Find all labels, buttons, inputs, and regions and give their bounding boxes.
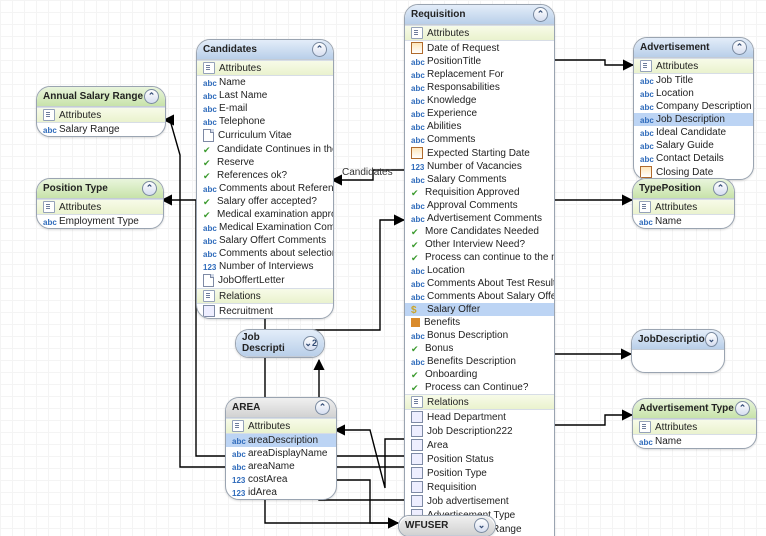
entity-annual-salary-range[interactable]: Annual Salary Range⌃ Attributes Salary R… [36, 86, 166, 137]
entity-requisition[interactable]: Requisition⌃ Attributes Date of Request … [404, 4, 555, 536]
check-icon [203, 145, 213, 155]
collapse-icon[interactable]: ⌃ [713, 181, 728, 196]
selected-row[interactable]: areaDescription [226, 434, 336, 447]
entity-wfuser[interactable]: WFUSER ⌄ [398, 515, 496, 536]
attributes-icon [203, 62, 215, 74]
entity-title: Position Type [43, 183, 108, 194]
collapse-icon[interactable]: ⌃ [735, 401, 750, 416]
collapse-icon[interactable]: ⌃ [144, 89, 159, 104]
attr-rows: Name Last Name E-mail Telephone Curricul… [197, 76, 333, 288]
selected-row[interactable]: Salary Offer [405, 303, 554, 316]
entity-job-description-small[interactable]: Job Descripti⌄2 [235, 329, 325, 358]
entity-job-description-right[interactable]: JobDescriptio⌄ [631, 329, 725, 373]
expand-icon[interactable]: ⌄ [474, 518, 489, 533]
collapse-icon[interactable]: ⌃ [312, 42, 327, 57]
entity-title: Advertisement [640, 42, 709, 53]
entity-header[interactable]: AREA ⌃ [226, 398, 336, 418]
entity-title: Annual Salary Range [43, 91, 143, 102]
entity-area[interactable]: AREA⌃ Attributes areaDescription areaDis… [225, 397, 337, 500]
section-attributes[interactable]: Attributes [197, 60, 333, 76]
entity-title: TypePosition [639, 183, 701, 194]
money-icon [411, 305, 423, 315]
text-icon [203, 78, 215, 88]
collapse-icon[interactable]: ⌃ [142, 181, 157, 196]
entity-title: AREA [232, 402, 260, 413]
entity-candidates[interactable]: Candidates ⌃ Attributes Name Last Name E… [196, 39, 334, 319]
entity-header[interactable]: Candidates ⌃ [197, 40, 333, 60]
collapse-icon[interactable]: ⌃ [315, 400, 330, 415]
entity-title: Advertisement Type [639, 403, 734, 414]
relation-icon [203, 305, 215, 317]
selected-row[interactable]: Job Description [634, 113, 753, 126]
entity-title: WFUSER [405, 520, 448, 531]
expand-icon[interactable]: ⌄ [705, 332, 718, 347]
entity-title: Job Descripti [242, 332, 303, 354]
flag-icon [411, 318, 420, 327]
collapse-icon[interactable]: ⌃ [732, 40, 747, 55]
expand-icon[interactable]: ⌄2 [303, 336, 318, 351]
entity-title: JobDescriptio [638, 334, 705, 345]
entity-advertisement[interactable]: Advertisement⌃ Attributes Job Title Loca… [633, 37, 754, 180]
date-icon [411, 42, 423, 54]
entity-position-type[interactable]: Position Type⌃ Attributes Employment Typ… [36, 178, 164, 229]
attr-rows: Date of Request PositionTitle Replacemen… [405, 41, 554, 394]
entity-title: Requisition [411, 9, 465, 20]
entity-type-position[interactable]: TypePosition⌃ Attributes Name [632, 178, 735, 229]
relations-icon [203, 290, 215, 302]
collapse-icon[interactable]: ⌃ [533, 7, 548, 22]
entity-title: Candidates [203, 44, 257, 55]
edge-label-candidates: Candidates [342, 167, 393, 178]
entity-advertisement-type[interactable]: Advertisement Type⌃ Attributes Name [632, 398, 757, 449]
number-icon [203, 262, 215, 272]
document-icon [203, 129, 214, 142]
section-relations[interactable]: Relations [197, 288, 333, 304]
